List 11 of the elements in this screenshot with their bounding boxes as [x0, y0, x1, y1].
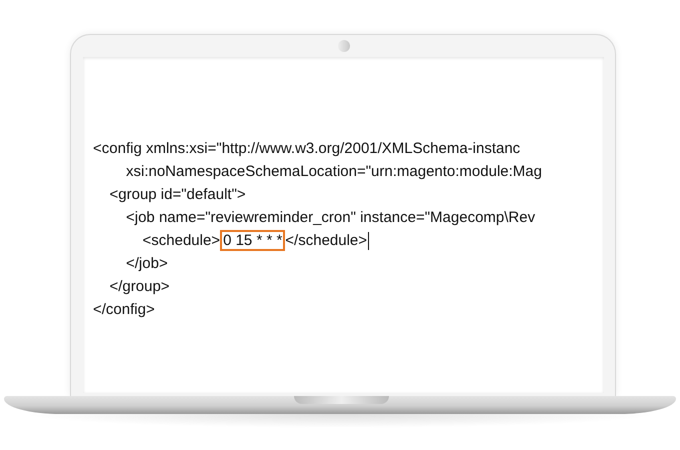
highlight-box: 0 15 * * *: [220, 230, 286, 251]
code-text: </job>: [126, 254, 168, 274]
camera-icon: [338, 40, 350, 52]
code-text: </config>: [93, 300, 155, 320]
code-text: xsi:noNamespaceSchemaLocation="urn:magento:module:Mag: [126, 162, 542, 182]
code-text: <schedule>: [142, 231, 220, 251]
code-text: </group>: [110, 277, 170, 297]
code-text: <group id="default">: [110, 185, 246, 205]
code-text: </schedule>: [285, 231, 368, 251]
code-text: <job name="reviewreminder_cron" instance="Magecomp\Rev: [126, 208, 536, 228]
code-text: <config xmlns:xsi="http://www.w3.org/2001/XMLSchema-instanc: [93, 139, 520, 159]
